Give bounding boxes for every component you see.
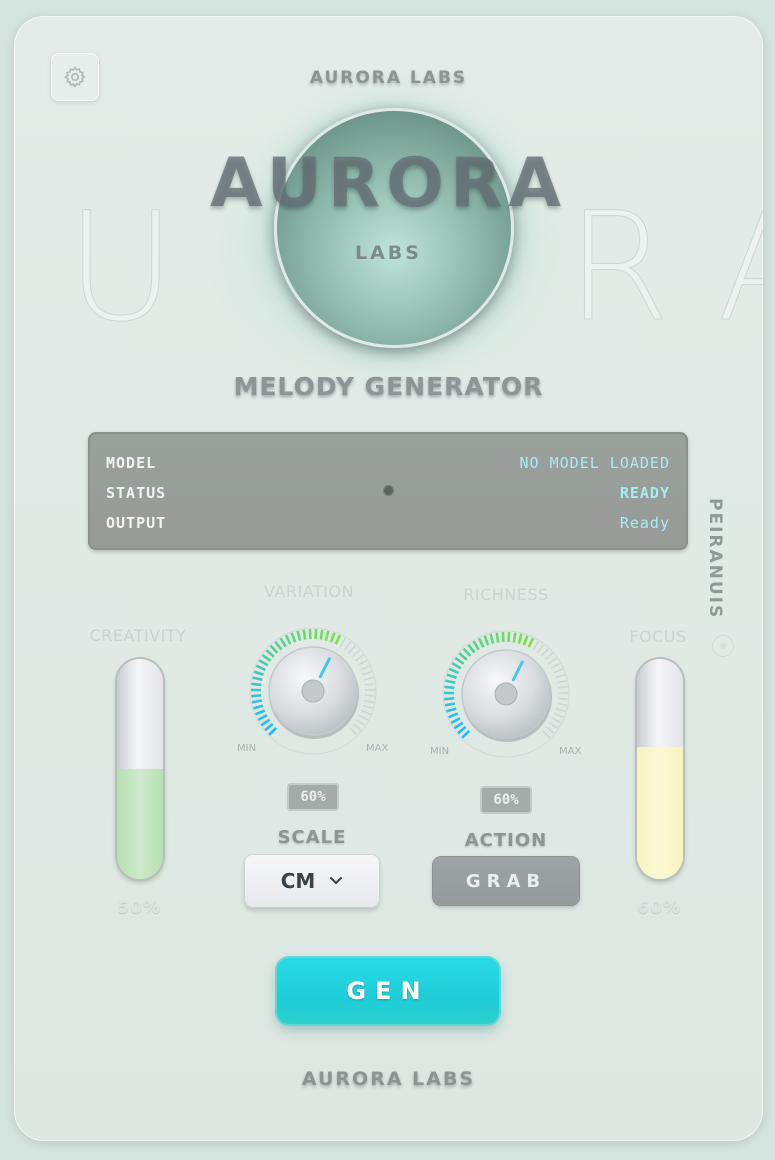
richness-value: 60%	[480, 786, 532, 814]
richness-max-label: MAX	[559, 746, 582, 757]
app-panel: U R A AURORA LABS AURORA LABS MELODY GEN…	[14, 16, 763, 1141]
creativity-fill	[117, 769, 163, 879]
focus-slider[interactable]	[637, 659, 683, 879]
brand-footer: AURORA LABS	[301, 1068, 476, 1090]
display-key: MODEL	[106, 454, 157, 472]
scale-selected-value: CM	[280, 869, 316, 893]
display-value: READY	[619, 484, 670, 502]
display-value: NO MODEL LOADED	[519, 454, 670, 472]
display-row-model: MODEL NO MODEL LOADED	[106, 454, 670, 476]
page-title: MELODY GENERATOR	[233, 372, 544, 401]
variation-value: 60%	[287, 783, 339, 811]
creativity-label: CREATIVITY	[89, 626, 187, 645]
display-key: STATUS	[106, 484, 167, 502]
generate-button[interactable]: GEN	[277, 958, 499, 1024]
variation-max-label: MAX	[366, 743, 389, 754]
logo-subtitle: LABS	[355, 242, 422, 264]
display-key: OUTPUT	[106, 514, 167, 532]
brand-header: AURORA LABS	[309, 68, 468, 88]
richness-label: RICHNESS	[463, 585, 549, 604]
chevron-down-icon	[330, 877, 343, 884]
action-label: ACTION	[464, 830, 548, 851]
variation-label: VARIATION	[264, 582, 354, 601]
logo-title: AURORA	[210, 144, 567, 223]
creativity-slider[interactable]	[117, 659, 163, 879]
status-indicator-dot	[383, 485, 394, 496]
richness-min-label: MIN	[430, 746, 450, 757]
focus-value: 60%	[637, 898, 681, 918]
display-value: Ready	[619, 514, 670, 532]
display-row-output: OUTPUT Ready	[106, 514, 670, 536]
radio-dot-icon	[720, 643, 726, 649]
scale-label: SCALE	[277, 827, 347, 848]
scale-dropdown[interactable]: CM	[245, 855, 379, 907]
focus-label: FOCUS	[629, 627, 687, 646]
creativity-value: 50%	[117, 898, 161, 918]
grab-button[interactable]: GRAB	[433, 857, 579, 905]
focus-fill	[637, 747, 683, 879]
variation-min-label: MIN	[237, 743, 257, 754]
status-display: MODEL NO MODEL LOADED STATUS READY OUTPU…	[88, 432, 688, 550]
side-label: PEIRANUIS	[705, 498, 725, 620]
